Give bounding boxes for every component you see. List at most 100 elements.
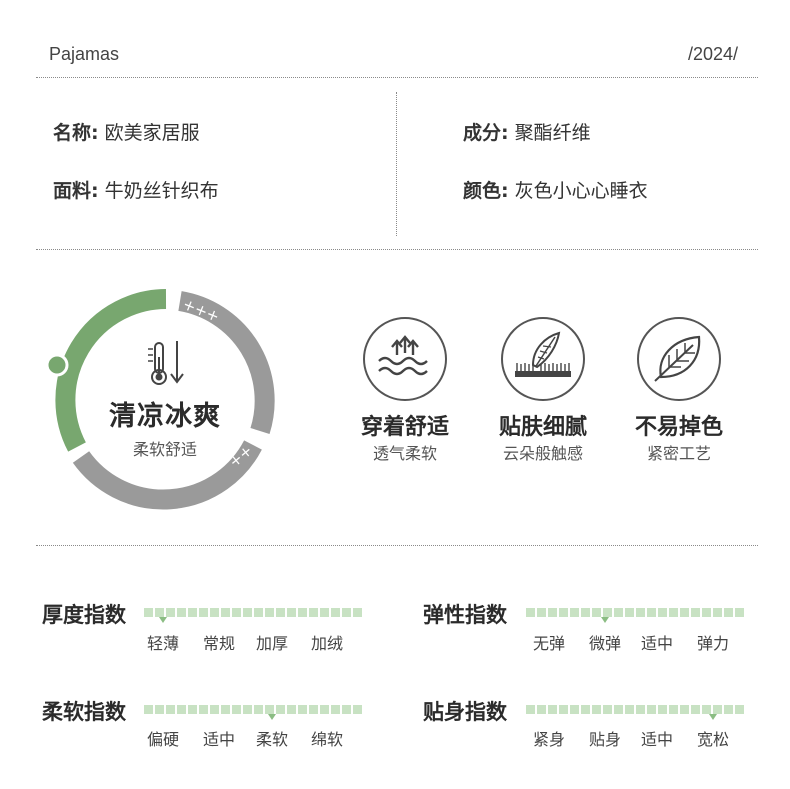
feature-subtitle: 紧密工艺 xyxy=(646,444,711,463)
index-bar-segment xyxy=(548,705,557,714)
index-option: 适中 xyxy=(641,634,674,653)
index-bar-segment xyxy=(647,608,656,617)
index-bar-segment xyxy=(735,608,744,617)
index-option: 宽松 xyxy=(697,730,730,749)
index-bar-segment xyxy=(188,608,197,617)
index-bar-segment xyxy=(647,705,656,714)
index-bar-segment xyxy=(713,705,722,714)
index-bar-segment xyxy=(298,705,307,714)
feature-title: 穿着舒适 xyxy=(360,415,449,440)
index-bar-segment xyxy=(625,608,634,617)
index-bar-segment xyxy=(210,608,219,617)
index-bar-segment xyxy=(265,705,274,714)
index-bar-segment xyxy=(166,608,175,617)
index-bar-segment xyxy=(570,705,579,714)
index-option: 弹力 xyxy=(697,634,730,653)
index-bar-segment xyxy=(636,705,645,714)
index-bar-softness xyxy=(144,705,362,714)
index-bar-segment xyxy=(276,705,285,714)
feature-colorfast: 不易掉色 紧密工艺 xyxy=(614,317,744,464)
index-bar-segment xyxy=(155,705,164,714)
index-bar-segment xyxy=(691,608,700,617)
index-bar-segment xyxy=(669,608,678,617)
index-bar-segment xyxy=(724,608,733,617)
index-option: 柔软 xyxy=(256,730,289,749)
divider-mid xyxy=(36,249,758,250)
index-bar-segment xyxy=(155,608,164,617)
index-marker xyxy=(268,714,276,720)
index-bar-segment xyxy=(592,608,601,617)
thermometer-down-icon xyxy=(148,341,184,385)
index-bar-segment xyxy=(166,705,175,714)
feature-subtitle: 云朵般触感 xyxy=(502,444,583,463)
index-option: 偏硬 xyxy=(147,730,180,749)
spec-color: 颜色: 灰色小心心睡衣 xyxy=(463,176,648,203)
index-bar-segment xyxy=(548,608,557,617)
gauge-knob xyxy=(45,353,69,377)
spec-key: 面料: xyxy=(53,180,99,202)
index-bar-thickness xyxy=(144,608,362,617)
index-option: 紧身 xyxy=(533,730,566,749)
spec-key: 名称: xyxy=(53,122,99,144)
spec-fabric: 面料: 牛奶丝针织布 xyxy=(53,176,219,203)
feature-title: 贴肤细腻 xyxy=(498,415,587,440)
index-bar-segment xyxy=(592,705,601,714)
index-bar-segment xyxy=(331,705,340,714)
index-bar-segment xyxy=(680,705,689,714)
index-bar-segment xyxy=(570,608,579,617)
index-bar-segment xyxy=(243,705,252,714)
index-option: 适中 xyxy=(641,730,674,749)
index-bar-segment xyxy=(603,705,612,714)
feature-subtitle: 透气柔软 xyxy=(372,444,437,463)
index-bar-segment xyxy=(188,705,197,714)
index-bar-segment xyxy=(265,608,274,617)
spec-value: 牛奶丝针织布 xyxy=(104,180,219,202)
breathable-wave-icon xyxy=(363,317,447,401)
index-bar-segment xyxy=(680,608,689,617)
index-bar-segment xyxy=(559,608,568,617)
index-bar-segment xyxy=(199,608,208,617)
index-bar-segment xyxy=(177,608,186,617)
index-bar-segment xyxy=(210,705,219,714)
spec-key: 颜色: xyxy=(463,180,509,202)
index-bar-segment xyxy=(342,705,351,714)
index-bar-elasticity xyxy=(526,608,744,617)
index-bar-segment xyxy=(232,608,241,617)
index-bar-segment xyxy=(342,608,351,617)
index-title-elasticity: 弹性指数 xyxy=(423,603,507,627)
index-option: 常规 xyxy=(203,634,236,653)
index-bar-segment xyxy=(309,608,318,617)
index-option: 绵软 xyxy=(311,730,344,749)
index-title-fit: 贴身指数 xyxy=(423,700,507,724)
index-bar-segment xyxy=(243,608,252,617)
index-bar-segment xyxy=(144,705,153,714)
divider-bottom xyxy=(36,545,758,546)
index-bar-segment xyxy=(669,705,678,714)
feather-skin-icon xyxy=(501,317,585,401)
index-bar-segment xyxy=(537,608,546,617)
index-bar-segment xyxy=(331,608,340,617)
index-title-thickness: 厚度指数 xyxy=(42,603,126,627)
leaf-icon xyxy=(637,317,721,401)
index-bar-fit xyxy=(526,705,744,714)
index-option: 微弹 xyxy=(589,634,622,653)
spec-value: 灰色小心心睡衣 xyxy=(514,180,648,202)
index-bar-segment xyxy=(232,705,241,714)
index-bar-segment xyxy=(199,705,208,714)
index-bar-segment xyxy=(221,608,230,617)
index-bar-segment xyxy=(221,705,230,714)
gauge-subtitle: 柔软舒适 xyxy=(132,440,197,459)
index-option: 加绒 xyxy=(311,634,344,653)
index-bar-segment xyxy=(713,608,722,617)
index-option: 贴身 xyxy=(589,730,622,749)
index-bar-segment xyxy=(735,705,744,714)
index-bar-segment xyxy=(625,705,634,714)
index-bar-segment xyxy=(320,705,329,714)
spec-key: 成分: xyxy=(463,122,509,144)
index-option: 轻薄 xyxy=(147,634,180,653)
index-bar-segment xyxy=(144,608,153,617)
index-bar-segment xyxy=(298,608,307,617)
year-label: /2024/ xyxy=(687,44,738,64)
spec-value: 聚酯纤维 xyxy=(514,122,591,144)
index-bar-segment xyxy=(177,705,186,714)
